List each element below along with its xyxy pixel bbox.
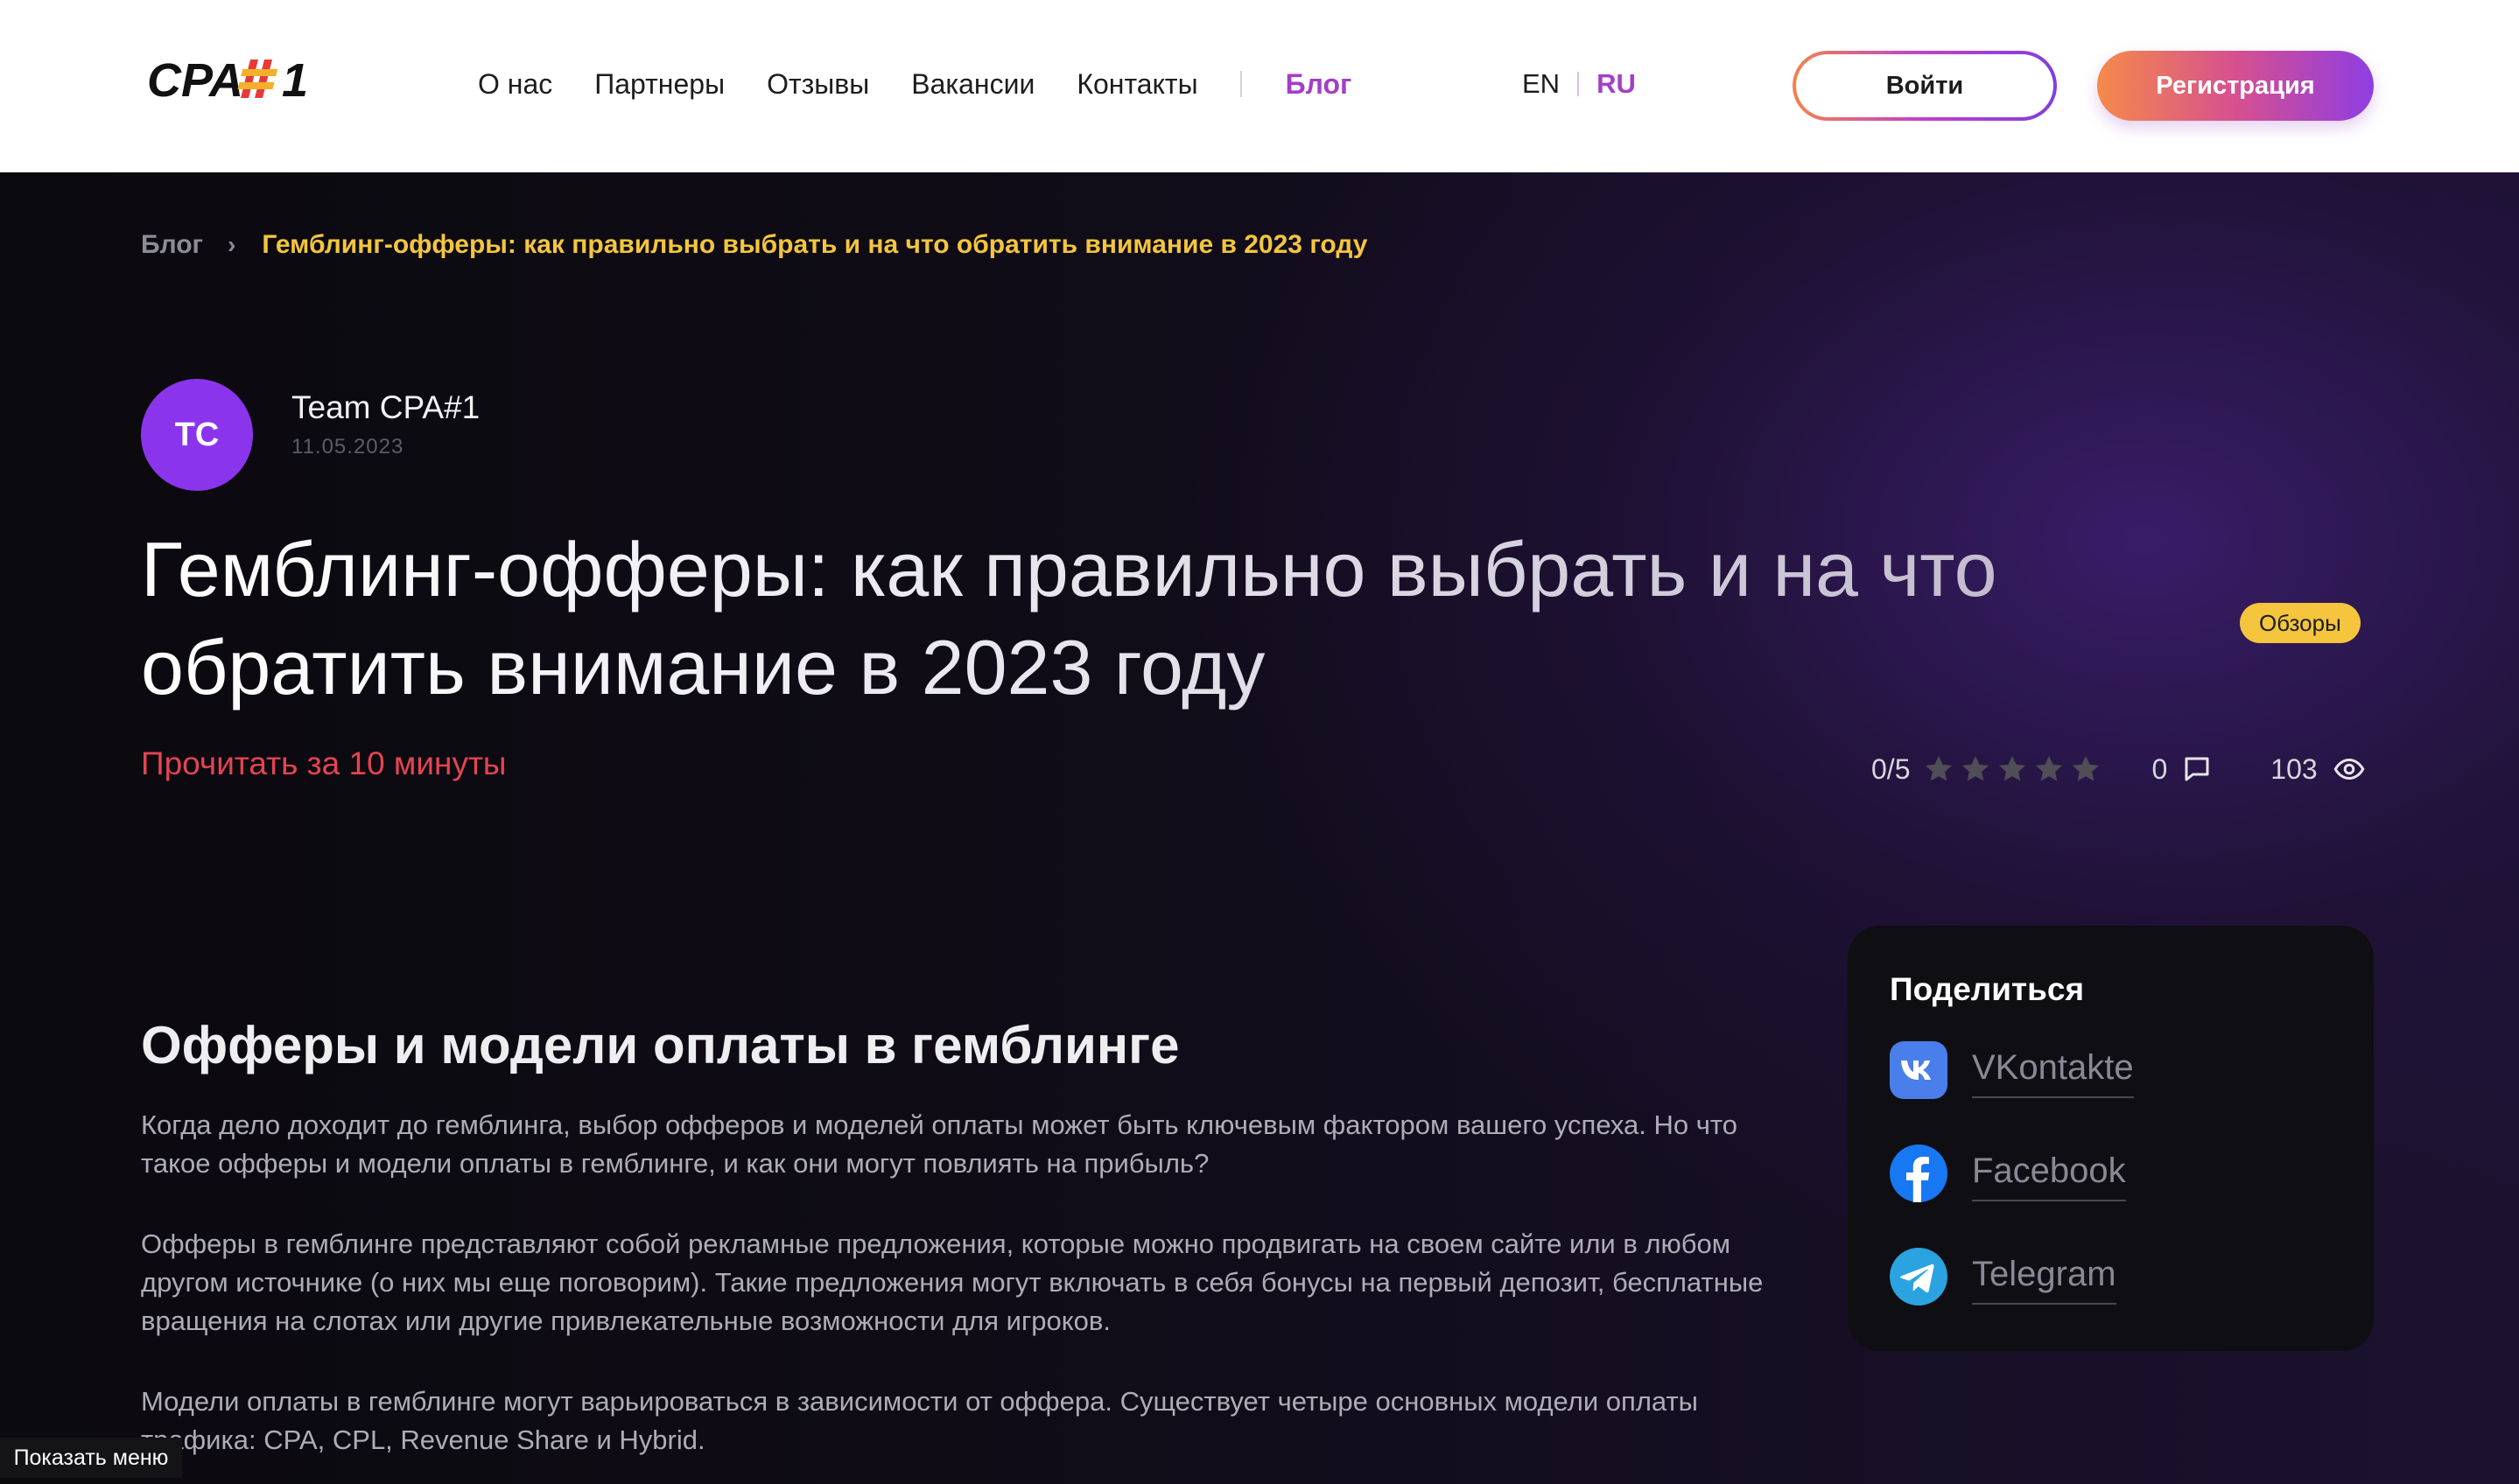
breadcrumb: Блог › Гемблинг-офферы: как правильно вы… bbox=[141, 230, 1367, 260]
vk-icon bbox=[1890, 1041, 1947, 1099]
nav-reviews[interactable]: Отзывы bbox=[767, 68, 869, 101]
author-name: Team CPA#1 bbox=[291, 389, 481, 425]
share-label: VKontakte bbox=[1972, 1048, 2134, 1098]
show-menu-button[interactable]: Показать меню bbox=[0, 1438, 182, 1478]
paragraph: Когда дело доходит до гемблинга, выбор о… bbox=[141, 1110, 1737, 1179]
star-icon[interactable] bbox=[2069, 752, 2102, 786]
author-block: TC Team CPA#1 11.05.2023 bbox=[141, 379, 480, 491]
avatar: TC bbox=[141, 379, 253, 491]
breadcrumb-blog[interactable]: Блог bbox=[141, 230, 203, 260]
register-button[interactable]: Регистрация bbox=[2097, 51, 2374, 121]
nav-partners[interactable]: Партнеры bbox=[594, 68, 725, 101]
views-count: 103 bbox=[2270, 753, 2366, 786]
share-card: Поделиться VKontakte Facebook Telegram bbox=[1848, 926, 2374, 1351]
publish-date: 11.05.2023 bbox=[291, 435, 404, 458]
star-icon[interactable] bbox=[1959, 752, 1992, 786]
article-title: Гемблинг-офферы: как правильно выбрать и… bbox=[141, 521, 2277, 717]
cpa1-logo[interactable]: CPA 1 bbox=[147, 52, 313, 107]
login-button[interactable]: Войти bbox=[1793, 51, 2057, 121]
nav-contacts[interactable]: Контакты bbox=[1077, 68, 1197, 101]
star-icon[interactable] bbox=[2032, 752, 2066, 786]
svg-text:CPA: CPA bbox=[147, 54, 243, 107]
paragraph: Модели оплаты в гемблинге могут варьиров… bbox=[141, 1386, 1698, 1455]
share-label: Facebook bbox=[1972, 1152, 2126, 1201]
share-title: Поделиться bbox=[1890, 971, 2085, 1007]
category-tag[interactable]: Обзоры bbox=[2240, 603, 2361, 643]
nav-divider bbox=[1239, 71, 1242, 97]
rating-stars bbox=[1922, 752, 2106, 786]
star-icon[interactable] bbox=[1996, 752, 2029, 786]
facebook-icon bbox=[1890, 1144, 1947, 1202]
read-time: Прочитать за 10 минуты bbox=[141, 746, 507, 781]
chevron-right-icon: › bbox=[228, 231, 236, 258]
author-info: Team CPA#1 11.05.2023 bbox=[291, 389, 480, 459]
paragraph: Офферы в гемблинге представляют собой ре… bbox=[141, 1228, 1764, 1336]
article-stats: 0/5 0 103 bbox=[1871, 748, 2367, 790]
views-number: 103 bbox=[2270, 752, 2318, 785]
language-switcher: EN RU bbox=[1522, 63, 1636, 105]
comment-icon bbox=[2185, 757, 2209, 781]
section-heading: Офферы и модели оплаты в гемблинге bbox=[141, 1016, 1180, 1074]
eye-icon bbox=[2333, 758, 2365, 780]
nav-about[interactable]: О нас bbox=[478, 68, 552, 101]
lang-en[interactable]: EN bbox=[1522, 68, 1560, 100]
breadcrumb-current: Гемблинг-офферы: как правильно выбрать и… bbox=[262, 230, 1368, 259]
rating-text: 0/5 bbox=[1871, 752, 1911, 785]
svg-text:1: 1 bbox=[282, 54, 308, 107]
share-facebook[interactable]: Facebook bbox=[1890, 1144, 2126, 1202]
nav-blog[interactable]: Блог bbox=[1286, 68, 1352, 101]
comments-number: 0 bbox=[2151, 752, 2168, 785]
comments-count[interactable]: 0 bbox=[2151, 753, 2213, 786]
lang-divider bbox=[1577, 72, 1580, 96]
share-telegram[interactable]: Telegram bbox=[1890, 1248, 2116, 1306]
site-header: CPA 1 О нас Партнеры Отзывы Вакансии Кон… bbox=[0, 0, 2519, 172]
main-nav: О нас Партнеры Отзывы Вакансии Контакты … bbox=[478, 63, 1351, 105]
lang-ru[interactable]: RU bbox=[1596, 68, 1636, 100]
login-button-label: Войти bbox=[1796, 54, 2053, 117]
star-icon[interactable] bbox=[1922, 752, 1955, 786]
share-vkontakte[interactable]: VKontakte bbox=[1890, 1041, 2134, 1099]
telegram-icon bbox=[1890, 1248, 1947, 1306]
share-label: Telegram bbox=[1972, 1255, 2116, 1305]
nav-vacancies[interactable]: Вакансии bbox=[911, 68, 1035, 101]
